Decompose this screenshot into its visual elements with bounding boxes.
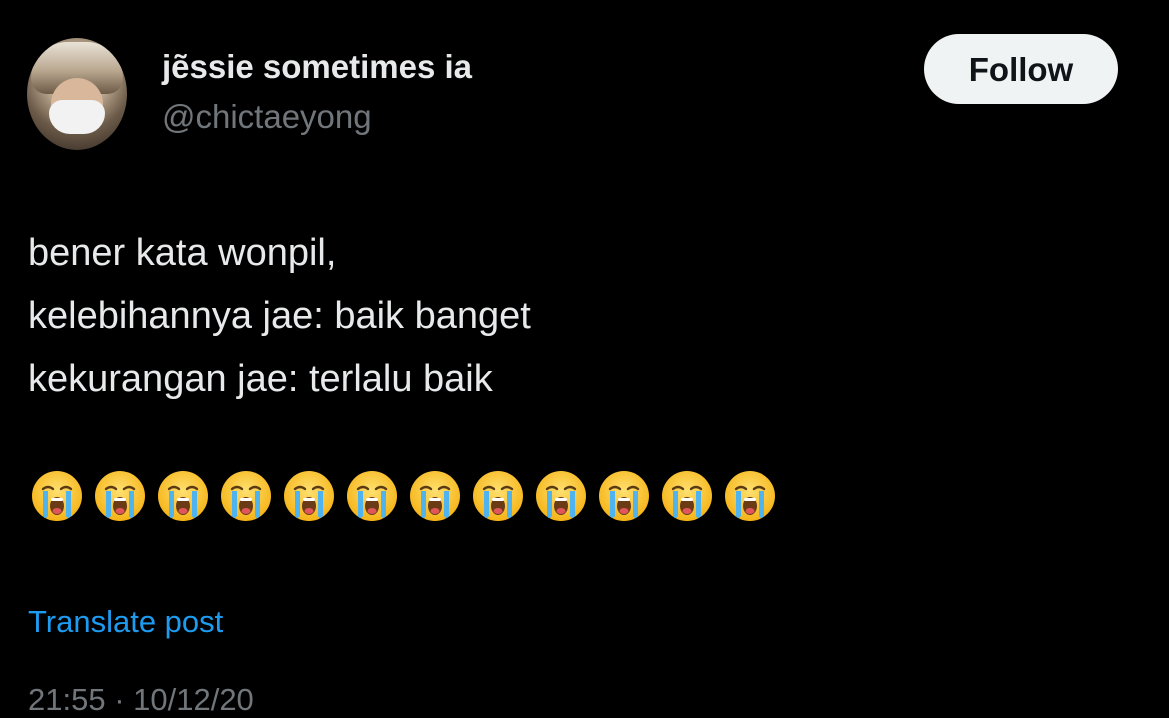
loudly-crying-face-icon: [346, 470, 398, 522]
avatar[interactable]: [27, 38, 127, 150]
loudly-crying-face-icon: [661, 470, 713, 522]
emoji-row: [31, 470, 776, 526]
author-handle[interactable]: @chictaeyong: [162, 98, 372, 136]
tweet-text: bener kata wonpil, kelebihannya jae: bai…: [28, 222, 531, 411]
loudly-crying-face-icon: [283, 470, 335, 522]
author-display-name[interactable]: jẽssie sometimes ia: [162, 48, 472, 86]
tweet-line-2: kelebihannya jae: baik banget: [28, 295, 531, 337]
avatar-mask: [49, 100, 105, 134]
loudly-crying-face-icon: [31, 470, 83, 522]
loudly-crying-face-icon: [535, 470, 587, 522]
tweet-timestamp[interactable]: 21:55 · 10/12/20: [28, 682, 254, 718]
loudly-crying-face-icon: [409, 470, 461, 522]
loudly-crying-face-icon: [598, 470, 650, 522]
tweet-line-3: kekurangan jae: terlalu baik: [28, 358, 493, 400]
loudly-crying-face-icon: [472, 470, 524, 522]
tweet-line-1: bener kata wonpil,: [28, 232, 337, 274]
translate-post-link[interactable]: Translate post: [28, 604, 223, 640]
loudly-crying-face-icon: [724, 470, 776, 522]
tweet-header: jẽssie sometimes ia @chictaeyong Follow: [27, 34, 1142, 150]
loudly-crying-face-icon: [94, 470, 146, 522]
loudly-crying-face-icon: [157, 470, 209, 522]
loudly-crying-face-icon: [220, 470, 272, 522]
follow-button[interactable]: Follow: [924, 34, 1118, 104]
